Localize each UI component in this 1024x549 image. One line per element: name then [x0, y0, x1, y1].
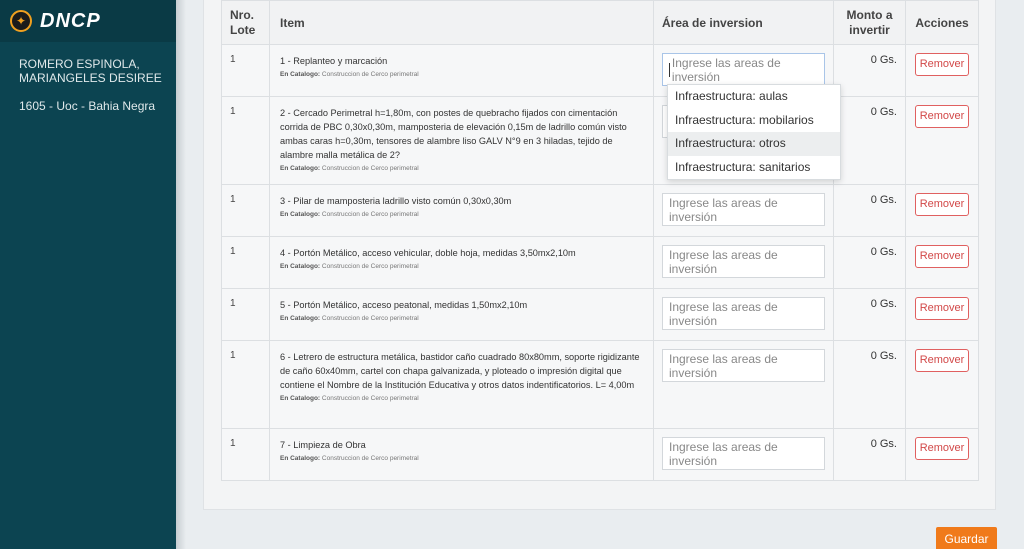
area-input[interactable]: Ingrese las areas de inversión [662, 437, 825, 470]
user-unit: 1605 - Uoc - Bahia Negra [19, 99, 156, 113]
item-catalog: En Catalogo: Construccion de Cerco perim… [280, 395, 419, 402]
table-row: 1 4 - Portón Metálico, acceso vehicular,… [221, 236, 979, 289]
user-name: ROMERO ESPINOLA, MARIANGELES DESIREE [19, 57, 162, 85]
row-area: Ingrese las areas de inversión [653, 428, 834, 481]
row-monto: 0 Gs. [833, 184, 906, 237]
row-lote: 1 [221, 340, 270, 429]
items-table: Nro. Lote Item Área de inversion Monto a… [221, 0, 979, 481]
sidebar: ✦ DNCP ROMERO ESPINOLA, MARIANGELES DESI… [0, 0, 176, 549]
item-description: 3 - Pilar de mamposteria ladrillo visto … [280, 196, 512, 206]
row-lote: 1 [221, 184, 270, 237]
table-header-row: Nro. Lote Item Área de inversion Monto a… [221, 0, 979, 45]
remove-button[interactable]: Remover [915, 193, 969, 216]
area-dropdown: Infraestructura: aulas Infraestructura: … [667, 84, 841, 180]
remove-button[interactable]: Remover [915, 437, 969, 460]
row-item: 7 - Limpieza de Obra En Catalogo: Constr… [269, 428, 654, 481]
row-actions: Remover [905, 96, 979, 185]
row-item: 5 - Portón Metálico, acceso peatonal, me… [269, 288, 654, 341]
dropdown-option-aulas[interactable]: Infraestructura: aulas [668, 85, 840, 109]
item-catalog: En Catalogo: Construccion de Cerco perim… [280, 211, 419, 218]
row-monto: 0 Gs. [833, 44, 906, 97]
row-area: Ingrese las areas de inversión [653, 184, 834, 237]
dropdown-option-mobilarios[interactable]: Infraestructura: mobilarios [668, 109, 840, 133]
remove-button[interactable]: Remover [915, 349, 969, 372]
sidebar-shadow [176, 0, 186, 549]
save-button[interactable]: Guardar [936, 527, 997, 549]
row-lote: 1 [221, 428, 270, 481]
row-monto: 0 Gs. [833, 428, 906, 481]
table-row: 1 1 - Replanteo y marcación En Catalogo:… [221, 44, 979, 97]
item-description: 1 - Replanteo y marcación [280, 56, 388, 66]
dncp-logo-icon: ✦ [10, 10, 32, 32]
header-monto: Monto a invertir [833, 0, 906, 45]
item-description: 7 - Limpieza de Obra [280, 440, 366, 450]
item-description: 6 - Letrero de estructura metálica, bast… [280, 352, 640, 390]
table-row: 1 2 - Cercado Perimetral h=1,80m, con po… [221, 96, 979, 185]
row-area: Ingrese las areas de inversión [653, 288, 834, 341]
row-lote: 1 [221, 96, 270, 185]
table-row: 1 3 - Pilar de mamposteria ladrillo vist… [221, 184, 979, 237]
header-lote: Nro. Lote [221, 0, 270, 45]
remove-button[interactable]: Remover [915, 297, 969, 320]
dropdown-option-otros[interactable]: Infraestructura: otros [668, 132, 840, 156]
table-row: 1 7 - Limpieza de Obra En Catalogo: Cons… [221, 428, 979, 481]
area-input[interactable]: Ingrese las areas de inversión [662, 193, 825, 226]
row-monto: 0 Gs. [833, 96, 906, 185]
table-row: 1 6 - Letrero de estructura metálica, ba… [221, 340, 979, 429]
area-input[interactable]: Ingrese las areas de inversión [662, 297, 825, 330]
row-item: 6 - Letrero de estructura metálica, bast… [269, 340, 654, 429]
area-input[interactable]: Ingrese las areas de inversión [662, 53, 825, 86]
remove-button[interactable]: Remover [915, 105, 969, 128]
row-monto: 0 Gs. [833, 288, 906, 341]
row-item: 3 - Pilar de mamposteria ladrillo visto … [269, 184, 654, 237]
item-catalog: En Catalogo: Construccion de Cerco perim… [280, 263, 419, 270]
row-lote: 1 [221, 44, 270, 97]
row-actions: Remover [905, 184, 979, 237]
remove-button[interactable]: Remover [915, 245, 969, 268]
header-acciones: Acciones [905, 0, 979, 45]
row-item: 4 - Portón Metálico, acceso vehicular, d… [269, 236, 654, 289]
area-input[interactable]: Ingrese las areas de inversión [662, 349, 825, 382]
row-item: 1 - Replanteo y marcación En Catalogo: C… [269, 44, 654, 97]
row-lote: 1 [221, 236, 270, 289]
item-catalog: En Catalogo: Construccion de Cerco perim… [280, 165, 419, 172]
dropdown-option-sanitarios[interactable]: Infraestructura: sanitarios [668, 156, 840, 180]
row-monto: 0 Gs. [833, 236, 906, 289]
item-catalog: En Catalogo: Construccion de Cerco perim… [280, 315, 419, 322]
table-row: 1 5 - Portón Metálico, acceso peatonal, … [221, 288, 979, 341]
brand[interactable]: ✦ DNCP [0, 0, 176, 42]
item-description: 2 - Cercado Perimetral h=1,80m, con post… [280, 108, 627, 160]
row-actions: Remover [905, 44, 979, 97]
row-actions: Remover [905, 428, 979, 481]
row-monto: 0 Gs. [833, 340, 906, 429]
brand-name: DNCP [40, 9, 101, 32]
row-area: Ingrese las areas de inversión [653, 236, 834, 289]
item-description: 5 - Portón Metálico, acceso peatonal, me… [280, 300, 528, 310]
remove-button[interactable]: Remover [915, 53, 969, 76]
header-area: Área de inversion [653, 0, 834, 45]
item-catalog: En Catalogo: Construccion de Cerco perim… [280, 71, 419, 78]
item-description: 4 - Portón Metálico, acceso vehicular, d… [280, 248, 576, 258]
row-actions: Remover [905, 236, 979, 289]
item-catalog: En Catalogo: Construccion de Cerco perim… [280, 455, 419, 462]
area-input[interactable]: Ingrese las areas de inversión [662, 245, 825, 278]
header-item: Item [269, 0, 654, 45]
row-lote: 1 [221, 288, 270, 341]
row-item: 2 - Cercado Perimetral h=1,80m, con post… [269, 96, 654, 185]
row-actions: Remover [905, 340, 979, 429]
row-actions: Remover [905, 288, 979, 341]
row-area: Ingrese las areas de inversión [653, 340, 834, 429]
